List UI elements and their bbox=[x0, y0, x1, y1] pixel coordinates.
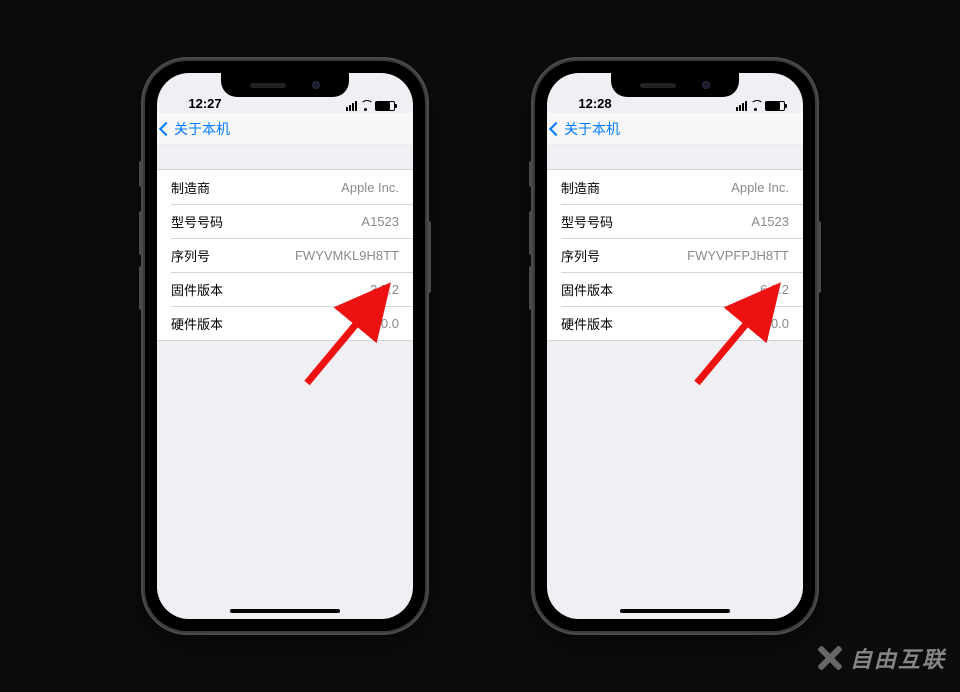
phone-left: 12:27 关于本机 制造商 Apple Inc. bbox=[145, 61, 425, 631]
mute-switch bbox=[529, 161, 533, 187]
back-label: 关于本机 bbox=[174, 119, 230, 139]
cellular-signal-icon bbox=[736, 101, 747, 111]
row-hardware-version[interactable]: 硬件版本 1.0.0 bbox=[547, 306, 803, 340]
power-button bbox=[817, 221, 821, 293]
row-firmware-version[interactable]: 固件版本 6.3.2 bbox=[547, 272, 803, 306]
wifi-icon bbox=[750, 102, 762, 111]
row-manufacturer[interactable]: 制造商 Apple Inc. bbox=[547, 170, 803, 204]
mute-switch bbox=[139, 161, 143, 187]
nav-bar: 关于本机 bbox=[547, 113, 803, 145]
watermark-text: 自由互联 bbox=[850, 642, 946, 674]
nav-bar: 关于本机 bbox=[157, 113, 413, 145]
row-value: Apple Inc. bbox=[341, 180, 399, 195]
speaker-grill bbox=[250, 83, 286, 88]
status-icons bbox=[725, 101, 785, 111]
row-value: Apple Inc. bbox=[731, 180, 789, 195]
status-time: 12:28 bbox=[565, 96, 625, 111]
row-firmware-version[interactable]: 固件版本 3.7.2 bbox=[157, 272, 413, 306]
details-list: 制造商 Apple Inc. 型号号码 A1523 序列号 FWYVMKL9H8… bbox=[157, 169, 413, 341]
front-camera bbox=[702, 81, 710, 89]
row-model-number[interactable]: 型号号码 A1523 bbox=[547, 204, 803, 238]
row-label: 型号号码 bbox=[561, 212, 613, 231]
row-hardware-version[interactable]: 硬件版本 1.0.0 bbox=[157, 306, 413, 340]
row-value: FWYVPFPJH8TT bbox=[687, 248, 789, 263]
battery-icon bbox=[375, 101, 395, 111]
row-label: 硬件版本 bbox=[171, 314, 223, 333]
notch bbox=[221, 73, 349, 97]
back-label: 关于本机 bbox=[564, 119, 620, 139]
volume-up-button bbox=[139, 211, 143, 255]
speaker-grill bbox=[640, 83, 676, 88]
volume-down-button bbox=[139, 266, 143, 310]
section-spacer bbox=[157, 145, 413, 169]
row-serial-number[interactable]: 序列号 FWYVPFPJH8TT bbox=[547, 238, 803, 272]
volume-down-button bbox=[529, 266, 533, 310]
row-value: 1.0.0 bbox=[760, 316, 789, 331]
row-value: A1523 bbox=[361, 214, 399, 229]
power-button bbox=[427, 221, 431, 293]
row-value: 6.3.2 bbox=[760, 282, 789, 297]
screen: 12:27 关于本机 制造商 Apple Inc. bbox=[157, 73, 413, 619]
details-list: 制造商 Apple Inc. 型号号码 A1523 序列号 FWYVPFPJH8… bbox=[547, 169, 803, 341]
row-value: 1.0.0 bbox=[370, 316, 399, 331]
wifi-icon bbox=[360, 102, 372, 111]
watermark: 自由互联 bbox=[816, 642, 946, 674]
watermark-x-icon bbox=[816, 644, 844, 672]
stage: 12:27 关于本机 制造商 Apple Inc. bbox=[0, 0, 960, 692]
row-serial-number[interactable]: 序列号 FWYVMKL9H8TT bbox=[157, 238, 413, 272]
status-time: 12:27 bbox=[175, 96, 235, 111]
row-label: 固件版本 bbox=[561, 280, 613, 299]
notch bbox=[611, 73, 739, 97]
row-label: 序列号 bbox=[171, 246, 210, 265]
phone-right: 12:28 关于本机 制造商 Apple Inc. bbox=[535, 61, 815, 631]
front-camera bbox=[312, 81, 320, 89]
status-icons bbox=[335, 101, 395, 111]
row-value: 3.7.2 bbox=[370, 282, 399, 297]
row-label: 硬件版本 bbox=[561, 314, 613, 333]
back-button[interactable]: 关于本机 bbox=[551, 119, 620, 139]
row-label: 制造商 bbox=[561, 178, 600, 197]
chevron-left-icon bbox=[549, 121, 563, 135]
home-indicator[interactable] bbox=[620, 609, 730, 613]
row-label: 型号号码 bbox=[171, 212, 223, 231]
row-value: FWYVMKL9H8TT bbox=[295, 248, 399, 263]
row-manufacturer[interactable]: 制造商 Apple Inc. bbox=[157, 170, 413, 204]
back-button[interactable]: 关于本机 bbox=[161, 119, 230, 139]
cellular-signal-icon bbox=[346, 101, 357, 111]
section-spacer bbox=[547, 145, 803, 169]
battery-icon bbox=[765, 101, 785, 111]
row-label: 制造商 bbox=[171, 178, 210, 197]
chevron-left-icon bbox=[159, 121, 173, 135]
home-indicator[interactable] bbox=[230, 609, 340, 613]
row-label: 固件版本 bbox=[171, 280, 223, 299]
row-value: A1523 bbox=[751, 214, 789, 229]
row-model-number[interactable]: 型号号码 A1523 bbox=[157, 204, 413, 238]
volume-up-button bbox=[529, 211, 533, 255]
row-label: 序列号 bbox=[561, 246, 600, 265]
screen: 12:28 关于本机 制造商 Apple Inc. bbox=[547, 73, 803, 619]
